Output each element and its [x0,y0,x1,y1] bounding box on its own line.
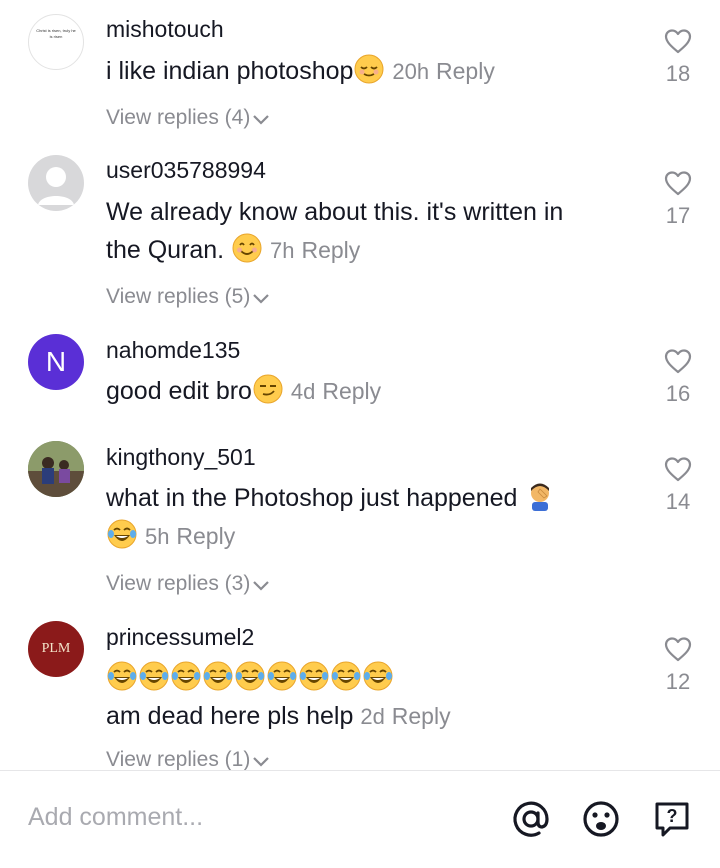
laughing-tears-icon [331,661,361,691]
like-count: 17 [665,203,691,228]
like-count: 18 [665,61,691,86]
comment-text: am dead here pls help [106,702,354,730]
like-count: 14 [665,489,691,514]
relieved-face-icon [354,54,384,84]
laughing-tears-icon [203,661,233,691]
view-replies-label: View replies (3) [106,572,251,595]
comment-text: i like indian photoshop [106,57,354,85]
reply-button[interactable]: Reply [322,378,381,404]
view-replies-label: View replies (5) [106,285,251,308]
comment-time: 20h [392,59,430,84]
comment-time: 4d [290,379,316,404]
reply-button[interactable]: Reply [301,237,360,263]
view-replies-button[interactable]: View replies (3) [106,572,270,596]
like-button[interactable]: 14 [654,456,702,515]
like-button[interactable]: 12 [654,636,702,695]
laughing-tears-icon [299,661,329,691]
question-icon[interactable]: ? [652,799,692,839]
comment-time: 2d [360,704,385,729]
view-replies-label: View replies (4) [106,106,251,129]
like-count: 12 [665,669,691,694]
add-comment-input[interactable]: Add comment... [28,803,203,832]
reply-button[interactable]: Reply [392,703,451,729]
comment-username[interactable]: princessumel2 [106,624,254,651]
comment-username[interactable]: nahomde135 [106,337,240,364]
comment-text: what in the Photoshop just happened [106,484,518,512]
laughing-tears-icon [139,661,169,691]
like-button[interactable]: 17 [654,170,702,229]
avatar[interactable]: PLM [28,621,84,677]
avatar-letter: N [45,346,67,377]
comment-composer: Add comment... ? [0,771,720,868]
reply-button[interactable]: Reply [176,523,235,549]
comment-text-line: the Quran. [106,236,225,264]
avatar[interactable] [28,441,84,497]
svg-text:?: ? [667,806,678,826]
comment-text-block: i like indian photoshop 20h Reply [106,52,636,91]
view-replies-label: View replies (1) [106,748,251,770]
comment-username[interactable]: user035788994 [106,157,266,184]
like-button[interactable]: 16 [654,348,702,407]
laughing-tears-icon [235,661,265,691]
chevron-down-icon [253,757,270,767]
comment-username[interactable]: mishotouch [106,16,224,43]
view-replies-button[interactable]: View replies (5) [106,285,270,309]
default-avatar-icon [38,167,74,205]
comment-text: good edit bro [106,377,252,405]
facepalm-icon [531,483,550,511]
view-replies-button[interactable]: View replies (4) [106,106,270,130]
comment-username[interactable]: kingthony_501 [106,444,256,471]
avatar[interactable] [28,155,84,211]
like-count: 16 [665,381,691,406]
laughing-tears-icon [107,661,137,691]
avatar[interactable]: Christ is risen, truly he is risen [28,14,84,70]
laughing-tears-icon [363,661,393,691]
chevron-down-icon [253,581,270,591]
comment-time: 7h [270,238,295,263]
like-button[interactable]: 18 [654,28,702,87]
at-icon[interactable] [511,799,551,839]
heart-icon [664,171,692,196]
comment-text-line: We already know about this. it's written… [106,198,564,226]
avatar[interactable]: N [28,334,84,390]
laughing-tears-icon [171,661,201,691]
emoji-icon[interactable] [581,799,621,839]
smiling-face-icon [232,233,262,263]
smirking-face-icon [253,374,283,404]
reply-button[interactable]: Reply [436,58,495,84]
heart-icon [664,349,692,374]
heart-icon [664,637,692,662]
emoji-row [106,659,636,697]
view-replies-button[interactable]: View replies (1) [106,748,270,770]
comment-text-block: good edit bro 4d Reply [106,372,636,411]
avatar-caption: PLM [41,641,71,656]
comment-list: Christ is risen, truly he is risen misho… [0,0,720,770]
heart-icon [664,29,692,54]
chevron-down-icon [253,115,270,125]
laughing-tears-icon [107,519,137,549]
comment-text-block: am dead here pls help 2d Reply [106,659,636,736]
avatar-caption: Christ is risen, truly he is risen [36,28,76,39]
comment-text-block: what in the Photoshop just happened 5h R… [106,479,646,556]
comment-text-block: We already know about this. it's written… [106,193,636,270]
photo-avatar-icon [28,441,84,497]
comment-time: 5h [144,524,170,549]
chevron-down-icon [253,294,270,304]
laughing-tears-icon [267,661,297,691]
heart-icon [664,457,692,482]
